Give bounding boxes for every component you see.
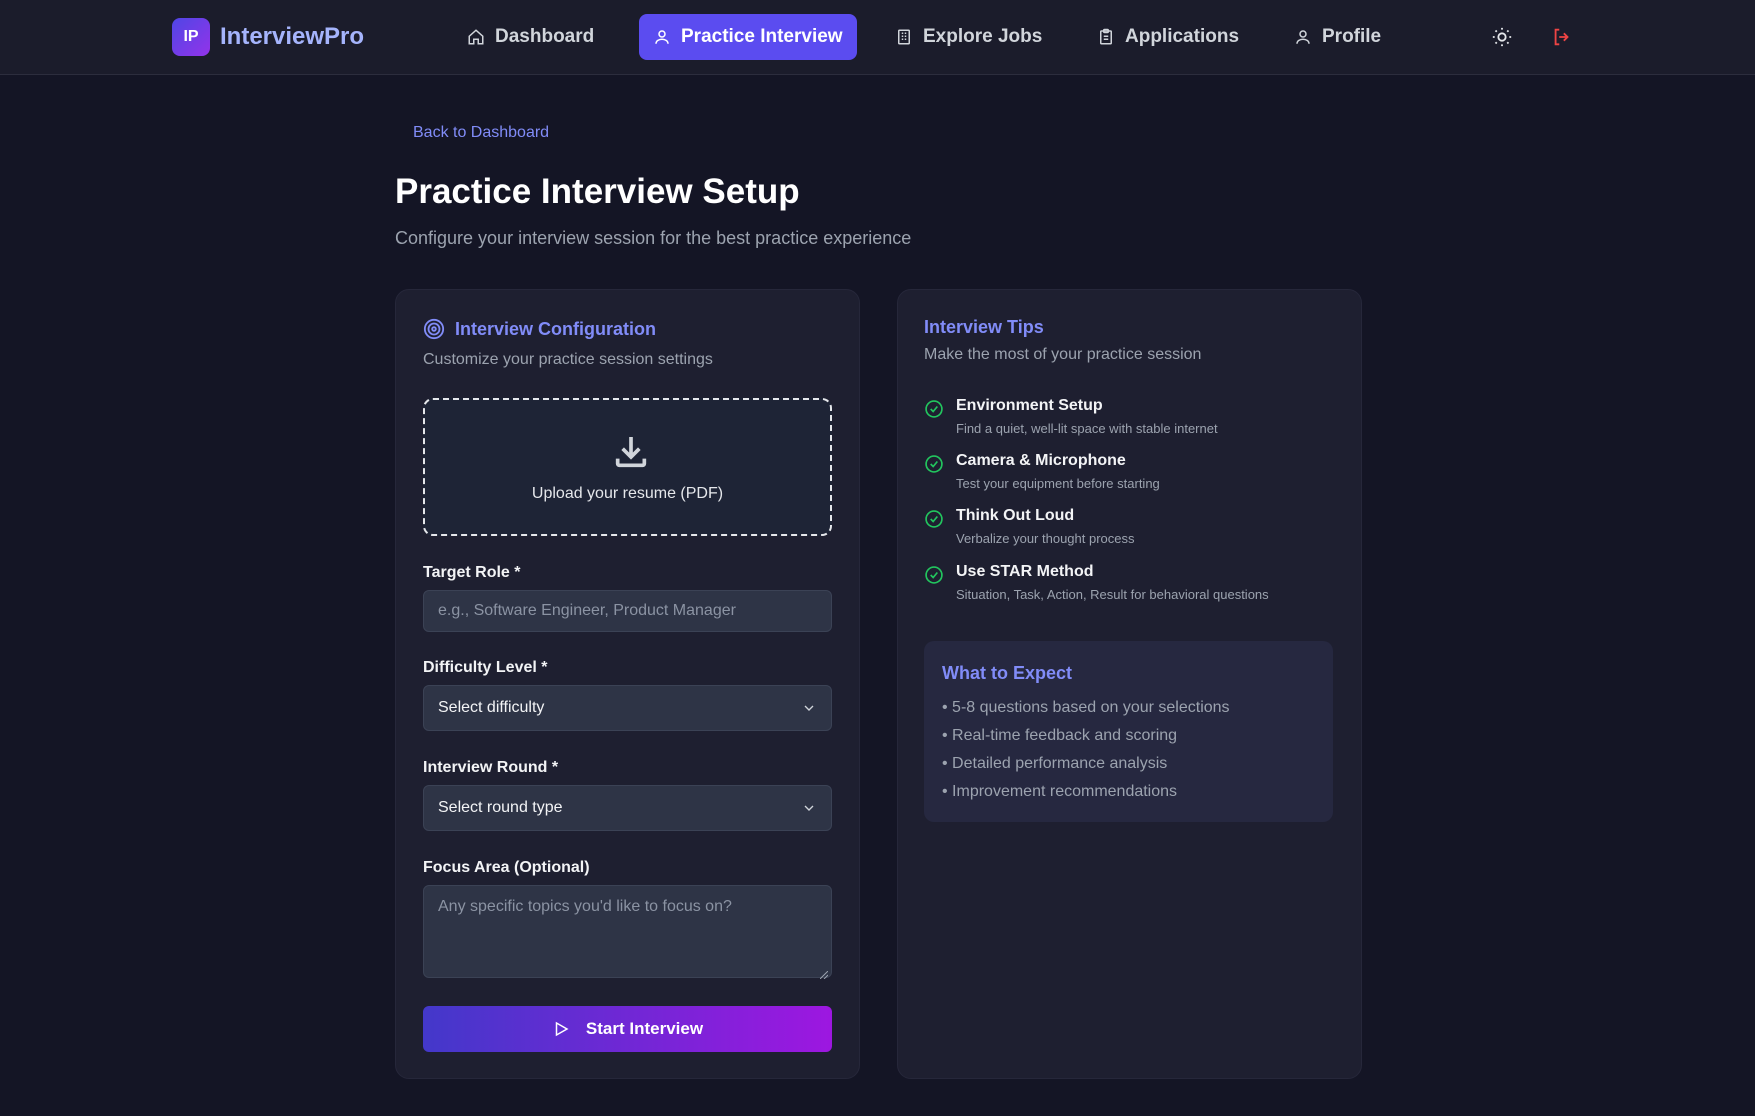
theme-toggle-button[interactable] — [1491, 26, 1513, 48]
check-circle-icon — [924, 399, 944, 419]
nav-explore-jobs[interactable]: Explore Jobs — [881, 14, 1056, 60]
nav-dashboard-label: Dashboard — [495, 26, 595, 47]
tip-desc: Find a quiet, well-lit space with stable… — [956, 421, 1218, 436]
resize-handle[interactable] — [819, 966, 829, 980]
interview-round-select[interactable]: Select round type — [423, 785, 832, 831]
tip-title: Use STAR Method — [956, 563, 1094, 580]
home-icon — [468, 29, 484, 45]
tip-desc: Test your equipment before starting — [956, 476, 1160, 491]
target-role-label: Target Role * — [423, 564, 521, 581]
config-title: Interview Configuration — [423, 318, 656, 340]
tips-title: Interview Tips — [924, 317, 1044, 337]
nav-applications-label: Applications — [1125, 26, 1240, 47]
play-icon — [555, 1021, 569, 1037]
user-icon — [1296, 30, 1310, 44]
config-subtitle: Customize your practice session settings — [423, 351, 713, 368]
focus-area-label: Focus Area (Optional) — [423, 859, 590, 876]
app-logo[interactable]: IP InterviewPro — [172, 18, 364, 56]
back-to-dashboard-link[interactable]: Back to Dashboard — [413, 124, 549, 142]
chevron-down-icon — [804, 705, 814, 711]
nav-practice-interview[interactable]: Practice Interview — [639, 14, 857, 60]
chevron-down-icon — [804, 805, 814, 811]
expect-item: • Real-time feedback and scoring — [942, 727, 1178, 744]
sun-icon — [1492, 27, 1512, 47]
round-value: Select round type — [438, 799, 563, 816]
expect-item: • Improvement recommendations — [942, 783, 1178, 800]
tip-title: Environment Setup — [956, 397, 1103, 414]
logout-icon — [1554, 28, 1569, 46]
check-circle-icon — [924, 509, 944, 529]
tip-title: Camera & Microphone — [956, 452, 1126, 469]
target-role-input[interactable]: e.g., Software Engineer, Product Manager — [423, 590, 832, 632]
tips-subtitle: Make the most of your practice session — [924, 346, 1202, 363]
nav-dashboard[interactable]: Dashboard — [453, 14, 608, 60]
interview-configuration-card: Interview Configuration Customize your p… — [395, 289, 860, 1079]
interview-round-label: Interview Round * — [423, 759, 559, 776]
difficulty-select[interactable]: Select difficulty — [423, 685, 832, 731]
logo-badge: IP — [172, 18, 210, 56]
nav-applications[interactable]: Applications — [1083, 14, 1253, 60]
upload-text: Upload your resume (PDF) — [531, 485, 724, 502]
focus-area-placeholder: Any specific topics you'd like to focus … — [438, 898, 732, 915]
expect-title: What to Expect — [942, 663, 1073, 683]
resume-upload-dropzone[interactable]: Upload your resume (PDF) — [423, 398, 832, 536]
target-icon — [423, 318, 445, 340]
what-to-expect-box: What to Expect • 5-8 questions based on … — [924, 641, 1333, 822]
nav-profile-label: Profile — [1322, 26, 1382, 47]
download-icon — [611, 432, 651, 472]
start-interview-button[interactable]: Start Interview — [423, 1006, 832, 1052]
config-title-text: Interview Configuration — [455, 318, 657, 339]
clipboard-icon — [1100, 28, 1112, 45]
check-circle-icon — [924, 565, 944, 585]
tip-desc: Verbalize your thought process — [956, 531, 1135, 546]
tip-title: Think Out Loud — [956, 507, 1075, 524]
expect-item: • 5-8 questions based on your selections — [942, 699, 1230, 716]
focus-area-textarea[interactable]: Any specific topics you'd like to focus … — [423, 885, 832, 980]
difficulty-label: Difficulty Level * — [423, 659, 548, 676]
user-icon — [655, 30, 669, 44]
nav-profile[interactable]: Profile — [1280, 14, 1395, 60]
page-subtitle: Configure your interview session for the… — [395, 228, 912, 248]
expect-item: • Detailed performance analysis — [942, 755, 1168, 772]
page-title: Practice Interview Setup — [395, 172, 800, 211]
difficulty-value: Select difficulty — [438, 699, 545, 716]
top-nav: IP InterviewPro Dashboard Practice Inter… — [0, 0, 1755, 75]
tip-desc: Situation, Task, Action, Result for beha… — [956, 587, 1269, 602]
building-icon — [898, 29, 910, 45]
check-circle-icon — [924, 454, 944, 474]
start-interview-label: Start Interview — [585, 1019, 704, 1038]
interview-tips-card: Interview Tips Make the most of your pra… — [897, 289, 1362, 1079]
nav-explore-jobs-label: Explore Jobs — [923, 26, 1043, 47]
logout-button[interactable] — [1551, 26, 1573, 48]
nav-practice-interview-label: Practice Interview — [681, 26, 843, 47]
app-name: InterviewPro — [220, 23, 365, 50]
